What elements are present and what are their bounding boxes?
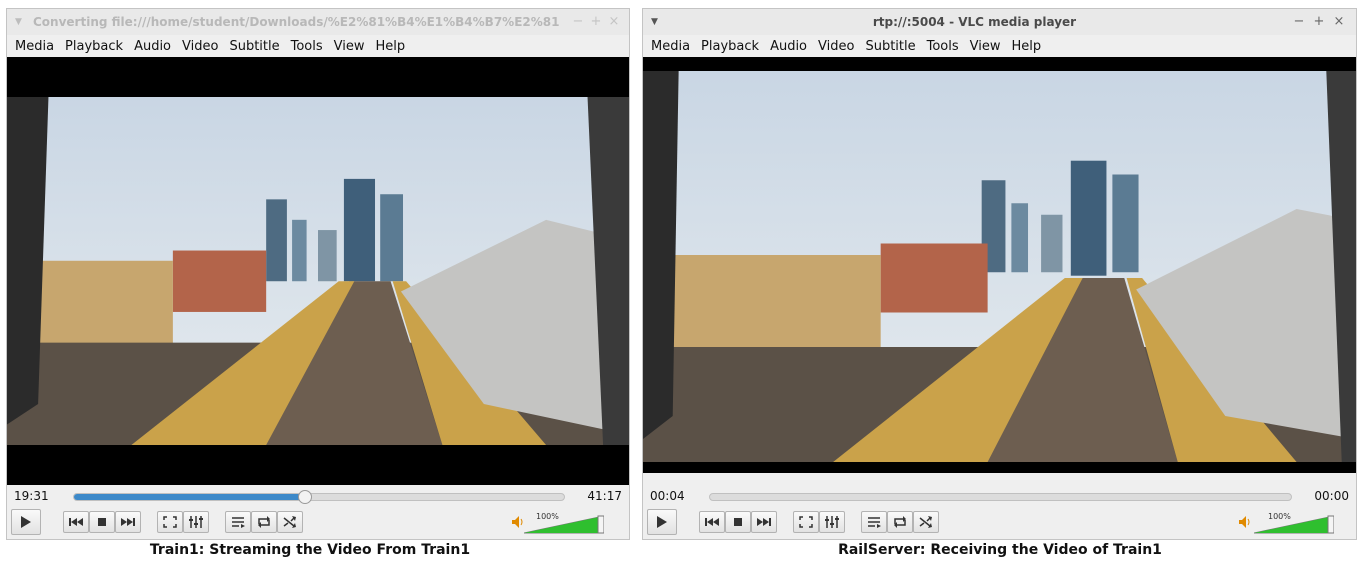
video-frame (7, 97, 629, 445)
seek-row: 00:04 00:00 (643, 485, 1356, 507)
minimize-icon[interactable]: − (1292, 9, 1306, 35)
play-icon (657, 516, 667, 528)
fullscreen-icon (799, 516, 813, 528)
window-menu-icon[interactable]: ▼ (651, 9, 658, 35)
train-video-image (643, 71, 1356, 462)
menu-help[interactable]: Help (372, 39, 413, 54)
menu-subtitle[interactable]: Subtitle (861, 39, 922, 54)
vlc-window-receiving: ▼ rtp://:5004 - VLC media player − + × M… (642, 8, 1357, 540)
total-time: 00:00 (1314, 489, 1349, 503)
menu-playback[interactable]: Playback (61, 39, 130, 54)
shuffle-button[interactable] (277, 511, 303, 533)
window-title: Converting file:///home/student/Download… (33, 15, 559, 29)
playlist-icon (868, 517, 881, 528)
stop-icon (98, 518, 106, 526)
menu-bar: Media Playback Audio Video Subtitle Tool… (7, 35, 629, 57)
menu-view[interactable]: View (966, 39, 1008, 54)
seek-progress (74, 494, 305, 500)
shuffle-icon (919, 516, 932, 528)
menu-view[interactable]: View (330, 39, 372, 54)
elapsed-time: 00:04 (650, 489, 685, 503)
menu-tools[interactable]: Tools (923, 39, 966, 54)
skip-forward-icon (121, 518, 135, 526)
video-frame (643, 71, 1356, 462)
shuffle-icon (283, 516, 296, 528)
menu-help[interactable]: Help (1008, 39, 1049, 54)
loop-button[interactable] (251, 511, 277, 533)
volume-label: 100% (1268, 512, 1291, 521)
play-button[interactable] (647, 509, 677, 535)
menu-audio[interactable]: Audio (130, 39, 178, 54)
playlist-icon (232, 517, 245, 528)
stop-button[interactable] (725, 511, 751, 533)
speaker-icon[interactable] (1239, 516, 1251, 528)
fullscreen-button[interactable] (793, 511, 819, 533)
previous-button[interactable] (63, 511, 89, 533)
seek-handle[interactable] (298, 490, 313, 504)
video-area[interactable] (643, 57, 1356, 473)
close-icon[interactable]: × (1332, 9, 1346, 35)
total-time: 41:17 (587, 489, 622, 503)
menu-video[interactable]: Video (178, 39, 225, 54)
playlist-button[interactable] (225, 511, 251, 533)
loop-icon (894, 516, 906, 528)
stop-icon (734, 518, 742, 526)
close-icon[interactable]: × (607, 9, 621, 35)
volume-ramp (1253, 515, 1335, 534)
seek-bar[interactable] (73, 490, 565, 504)
fullscreen-button[interactable] (157, 511, 183, 533)
skip-back-icon (705, 518, 719, 526)
title-bar[interactable]: ▼ rtp://:5004 - VLC media player − + × (643, 9, 1356, 35)
extended-settings-button[interactable] (819, 511, 845, 533)
menu-audio[interactable]: Audio (766, 39, 814, 54)
train-video-image (7, 97, 629, 445)
maximize-icon[interactable]: + (589, 9, 603, 35)
caption-streaming: Train1: Streaming the Video From Train1 (149, 542, 471, 558)
skip-back-icon (69, 518, 83, 526)
minimize-icon[interactable]: − (571, 9, 585, 35)
play-icon (21, 516, 31, 528)
window-title: rtp://:5004 - VLC media player (872, 15, 1077, 29)
volume-slider[interactable]: 100% (523, 512, 605, 534)
controls-row: 100% (7, 509, 629, 537)
caption-receiving: RailServer: Receiving the Video of Train… (838, 542, 1162, 558)
menu-subtitle[interactable]: Subtitle (225, 39, 286, 54)
seek-row: 19:31 41:17 (7, 485, 629, 507)
menu-media[interactable]: Media (11, 39, 61, 54)
menu-video[interactable]: Video (814, 39, 861, 54)
loop-button[interactable] (887, 511, 913, 533)
elapsed-time: 19:31 (14, 489, 49, 503)
next-button[interactable] (115, 511, 141, 533)
equalizer-icon (825, 516, 839, 528)
fullscreen-icon (163, 516, 177, 528)
menu-bar: Media Playback Audio Video Subtitle Tool… (643, 35, 1356, 57)
stop-button[interactable] (89, 511, 115, 533)
speaker-icon[interactable] (512, 516, 524, 528)
skip-forward-icon (757, 518, 771, 526)
seek-bar[interactable] (709, 493, 1292, 501)
title-bar[interactable]: ▼ Converting file:///home/student/Downlo… (7, 9, 629, 35)
menu-playback[interactable]: Playback (697, 39, 766, 54)
window-menu-icon[interactable]: ▼ (15, 9, 22, 35)
shuffle-button[interactable] (913, 511, 939, 533)
menu-tools[interactable]: Tools (287, 39, 330, 54)
playlist-button[interactable] (861, 511, 887, 533)
vlc-window-streaming: ▼ Converting file:///home/student/Downlo… (6, 8, 630, 540)
volume-label: 100% (536, 512, 559, 521)
play-button[interactable] (11, 509, 41, 535)
video-area[interactable] (7, 57, 629, 485)
loop-icon (258, 516, 270, 528)
menu-media[interactable]: Media (647, 39, 697, 54)
previous-button[interactable] (699, 511, 725, 533)
next-button[interactable] (751, 511, 777, 533)
controls-row: 100% (643, 509, 1356, 537)
extended-settings-button[interactable] (183, 511, 209, 533)
maximize-icon[interactable]: + (1312, 9, 1326, 35)
equalizer-icon (189, 516, 203, 528)
volume-slider[interactable]: 100% (1253, 512, 1335, 534)
